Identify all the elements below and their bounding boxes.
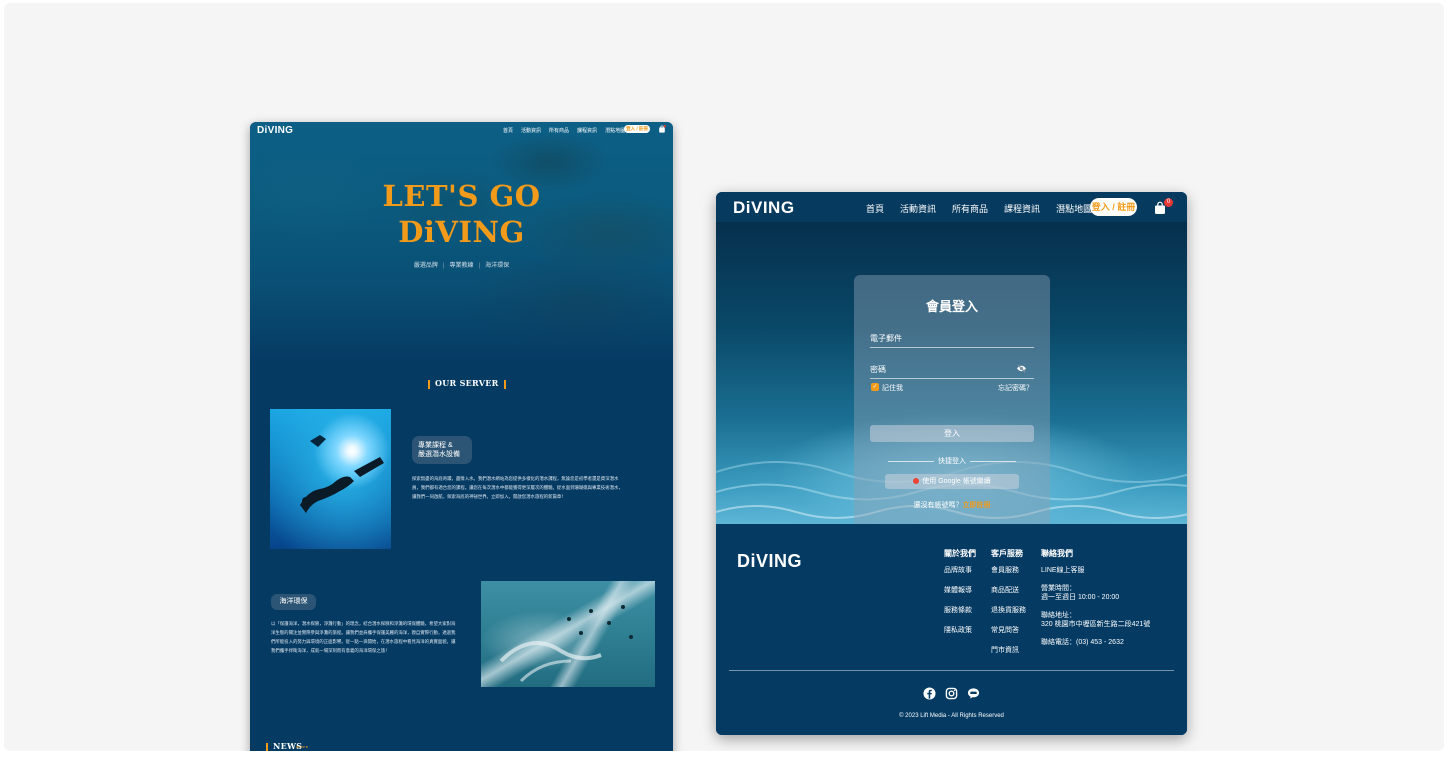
divider-line <box>888 460 934 462</box>
nav-item-products[interactable]: 所有商品 <box>952 202 988 215</box>
footer-contact-column: 聯絡我們 LINE線上客服 營業時間： 週一至週日 10:00 - 20:00 … <box>1041 548 1150 656</box>
login-page-mockup: 會員登入 電子郵件 密碼 ✓ 記住我 忘記密碼？ 登入 快捷登入 使用 Goog… <box>716 192 1187 735</box>
home-nav-item-map[interactable]: 潛點地圖 <box>605 127 625 134</box>
section-title-server: OUR SERVER <box>423 378 511 389</box>
footer-divider <box>729 670 1174 671</box>
google-login-button[interactable]: 使用 Google 帳號繼續 <box>885 474 1019 489</box>
remember-label[interactable]: 記住我 <box>882 383 903 393</box>
instagram-icon[interactable] <box>945 687 958 700</box>
login-form-card: 會員登入 電子郵件 密碼 ✓ 記住我 忘記密碼？ 登入 快捷登入 使用 Goog… <box>854 275 1050 531</box>
login-nav-menu: 首頁 活動資訊 所有商品 課程資訊 潛點地圖 <box>866 202 1108 215</box>
footer-address: 聯絡地址： 320 桃園市中壢區新生路二段421號 <box>1041 611 1150 629</box>
service-card-label-line2: 嚴選潛水設備 <box>418 451 460 458</box>
hero-tag-eco: 海洋環保 <box>485 263 510 269</box>
footer-line-support[interactable]: LINE線上客服 <box>1041 566 1150 575</box>
eco-card-label: 海洋環保 <box>271 594 316 610</box>
google-icon <box>913 478 920 485</box>
footer-link-member[interactable]: 會員服務 <box>991 566 1026 586</box>
service-card-label: 專業課程 & 嚴選潛水設備 <box>412 436 472 464</box>
hero-title: LET'S GO DiVING <box>250 178 673 250</box>
quick-login-label: 快捷登入 <box>938 458 966 465</box>
home-login-button[interactable]: 登入 / 註冊 <box>624 125 650 133</box>
address-label: 聯絡地址： <box>1041 612 1076 619</box>
cart-count-badge: 0 <box>1164 198 1173 207</box>
title-bar-left <box>428 379 430 389</box>
password-label: 密碼 <box>870 365 886 374</box>
login-navbar: DiVING 首頁 活動資訊 所有商品 課程資訊 潛點地圖 登入 / 註冊 0 <box>716 192 1187 222</box>
nav-item-map[interactable]: 潛點地圖 <box>1056 202 1092 215</box>
home-logo[interactable]: DiVING <box>257 125 293 136</box>
footer-link-returns[interactable]: 退換貨服務 <box>991 606 1026 626</box>
nav-item-events[interactable]: 活動資訊 <box>900 202 936 215</box>
footer-about-head: 關於我們 <box>944 549 976 558</box>
footer-link-media[interactable]: 媒體報導 <box>944 586 976 606</box>
footer-service-head: 客戶服務 <box>991 549 1023 558</box>
footer-phone: 聯絡電話：(03) 453 - 2632 <box>1041 639 1124 646</box>
hero-title-line2: DiVING <box>398 215 525 249</box>
nav-item-home[interactable]: 首頁 <box>866 202 884 215</box>
diver-photo <box>270 409 391 549</box>
eco-paragraph: 以「保護海洋，潛水探險，淨灘行動」的理念，結合潛水探險和淨灘的環保體驗。希望大家… <box>271 621 456 653</box>
footer-link-brand-story[interactable]: 品牌故事 <box>944 566 976 586</box>
ocean-plastic-photo <box>481 581 655 687</box>
fish-and-plastic <box>499 605 633 683</box>
section-title-server-text: OUR SERVER <box>435 378 499 388</box>
footer-service-column: 客戶服務 會員服務 商品配送 退換貨服務 常見問答 門市資訊 <box>991 548 1026 666</box>
presentation-canvas: DiVING 首頁 活動資訊 所有商品 課程資訊 潛點地圖 登入 / 註冊 LE… <box>4 3 1444 751</box>
login-title: 會員登入 <box>925 299 978 314</box>
register-link[interactable]: 立即註冊 <box>963 502 991 509</box>
home-nav-item-events[interactable]: 活動資訊 <box>521 127 541 134</box>
home-nav-item-courses[interactable]: 課程資訊 <box>577 127 597 134</box>
password-field[interactable] <box>870 378 1034 379</box>
footer-about-column: 關於我們 品牌故事 媒體報導 服務條款 隱私政策 <box>944 548 976 646</box>
news-more-link[interactable]: more ▸ <box>296 744 308 749</box>
quick-login-divider: 快捷登入 <box>854 456 1050 466</box>
email-field[interactable] <box>870 347 1034 348</box>
title-bar-left <box>266 742 268 751</box>
home-page-mockup: DiVING 首頁 活動資訊 所有商品 課程資訊 潛點地圖 登入 / 註冊 LE… <box>250 122 673 751</box>
footer-logo[interactable]: DiVING <box>737 551 802 572</box>
copyright-text: © 2023 Lift Media - All Rights Reserved <box>899 713 1004 719</box>
hours-label: 營業時間： <box>1041 585 1076 592</box>
google-login-label: 使用 Google 帳號繼續 <box>922 478 991 485</box>
address-value: 320 桃園市中壢區新生路二段421號 <box>1041 621 1151 628</box>
email-label: 電子郵件 <box>870 334 902 343</box>
site-footer: DiVING 關於我們 品牌故事 媒體報導 服務條款 隱私政策 客戶服務 會員服… <box>716 524 1187 735</box>
service-card-label-line1: 專業課程 & <box>418 442 453 449</box>
signup-prompt: 還沒有帳號嗎？立即註冊 <box>854 500 1050 510</box>
hero-title-line1: LET'S GO <box>382 179 541 213</box>
title-bar-right <box>503 379 506 389</box>
service-paragraph: 探索無盡的海底奇蹟，盡情入水。我們潛水網站為您提供多樣化的潛水課程，無論您是初學… <box>412 476 623 499</box>
hours-value: 週一至週日 10:00 - 20:00 <box>1041 594 1120 601</box>
login-submit-button[interactable]: 登入 <box>870 425 1034 442</box>
nav-item-courses[interactable]: 課程資訊 <box>1004 202 1040 215</box>
footer-link-privacy[interactable]: 隱私政策 <box>944 626 976 646</box>
hero-tag-coach: 專業教練 <box>449 263 474 269</box>
hero-tagline: 嚴選品牌 | 專業教練 | 海洋環保 <box>250 260 673 269</box>
shopping-bag-icon[interactable] <box>658 125 666 133</box>
remember-checkbox[interactable]: ✓ <box>871 383 879 391</box>
home-navbar: DiVING 首頁 活動資訊 所有商品 課程資訊 潛點地圖 登入 / 註冊 <box>250 122 673 140</box>
diver-silhouette <box>300 435 384 513</box>
login-logo[interactable]: DiVING <box>733 198 795 218</box>
home-nav-item-products[interactable]: 所有商品 <box>549 127 569 134</box>
forgot-password-link[interactable]: 忘記密碼？ <box>998 383 1033 393</box>
home-nav-item-home[interactable]: 首頁 <box>503 127 513 134</box>
eye-off-icon[interactable] <box>1016 364 1027 373</box>
facebook-icon[interactable] <box>923 687 936 700</box>
no-account-text: 還沒有帳號嗎？ <box>913 502 963 509</box>
divider-line <box>970 460 1016 462</box>
footer-hours: 營業時間： 週一至週日 10:00 - 20:00 <box>1041 584 1150 602</box>
line-icon[interactable] <box>967 687 980 700</box>
underwater-background: 會員登入 電子郵件 密碼 ✓ 記住我 忘記密碼？ 登入 快捷登入 使用 Goog… <box>716 222 1187 531</box>
footer-link-shipping[interactable]: 商品配送 <box>991 586 1026 606</box>
footer-link-faq[interactable]: 常見問答 <box>991 626 1026 646</box>
hero-tag-brand: 嚴選品牌 <box>413 263 438 269</box>
home-nav-menu: 首頁 活動資訊 所有商品 課程資訊 潛點地圖 <box>503 127 625 134</box>
footer-contact-head: 聯絡我們 <box>1041 549 1073 558</box>
footer-link-terms[interactable]: 服務條款 <box>944 606 976 626</box>
nav-login-button[interactable]: 登入 / 註冊 <box>1090 198 1137 216</box>
footer-link-stores[interactable]: 門市資訊 <box>991 646 1026 666</box>
